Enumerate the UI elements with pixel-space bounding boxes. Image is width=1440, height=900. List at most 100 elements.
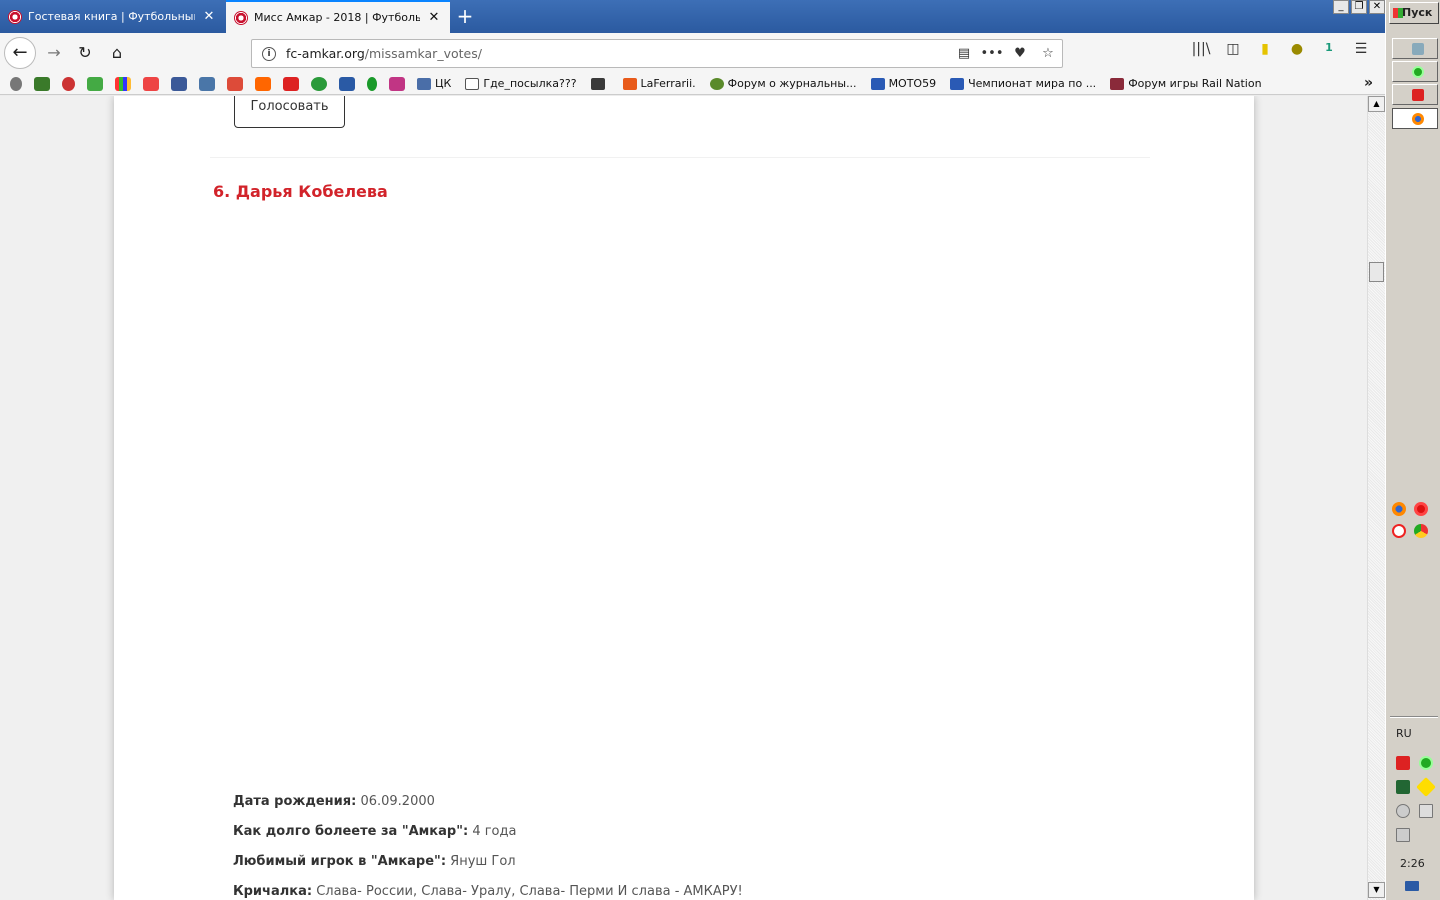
info-favorite-player: Любимый игрок в "Амкаре": Януш Гол: [233, 854, 516, 869]
forward-button[interactable]: →: [40, 39, 68, 67]
tab-miss-amkar[interactable]: Мисс Амкар - 2018 | Футбольный ✕: [226, 0, 450, 33]
bookmark-icon: [709, 77, 724, 90]
extension-icon[interactable]: ▮: [1249, 41, 1281, 57]
bookmark-item[interactable]: MOTO59: [870, 77, 937, 90]
bookmarks-bar: ЦК Где_посылка??? LaFerrarii. Форум о жу…: [0, 73, 1385, 95]
bookmark-icon[interactable]: [283, 76, 299, 91]
facebook-icon[interactable]: [171, 76, 187, 91]
bookmark-icon: [417, 77, 431, 90]
bookmark-star-icon[interactable]: ☆: [1034, 46, 1062, 61]
url-host: fc-amkar.org: [286, 46, 365, 61]
tab-close-icon[interactable]: ✕: [201, 9, 217, 24]
bookmark-item[interactable]: LaFerrarii.: [622, 77, 696, 90]
nvidia-tray-icon[interactable]: [1396, 780, 1410, 794]
scroll-down-arrow-icon[interactable]: ▼: [1368, 882, 1385, 898]
system-clock[interactable]: 2:26: [1400, 857, 1425, 870]
bookmark-label: Где_посылка???: [483, 77, 577, 90]
firefox-quicklaunch-icon[interactable]: [1392, 502, 1406, 516]
url-text[interactable]: fc-amkar.org/missamkar_votes/: [286, 46, 950, 61]
vote-button[interactable]: Голосовать: [234, 96, 345, 128]
tray-app-icon[interactable]: [1416, 777, 1436, 797]
bookmark-item[interactable]: Форум игры Rail Nation: [1110, 77, 1262, 90]
show-desktop-icon[interactable]: [1405, 881, 1419, 891]
network-icon[interactable]: [1396, 828, 1410, 842]
tray-app-icon[interactable]: [1419, 756, 1433, 770]
url-bar[interactable]: i fc-amkar.org/missamkar_votes/ ▤ ••• ♥ …: [251, 39, 1063, 68]
vertical-scrollbar[interactable]: ▲ ▼: [1367, 96, 1385, 900]
minimize-button[interactable]: _: [1333, 0, 1349, 14]
restore-button[interactable]: ❐: [1351, 0, 1367, 14]
pocket-icon[interactable]: ♥: [1006, 46, 1034, 61]
bookmark-icon[interactable]: [339, 76, 355, 91]
bookmark-icon[interactable]: [10, 76, 22, 91]
os-taskbar: Пуск RU 2:26: [1385, 0, 1440, 900]
tab-guestbook[interactable]: Гостевая книга | Футбольный к ✕: [0, 0, 225, 33]
participant-photo-area: [213, 216, 913, 786]
scroll-up-arrow-icon[interactable]: ▲: [1368, 96, 1385, 112]
instagram-icon[interactable]: [389, 76, 405, 91]
app-icon: [1412, 89, 1424, 101]
bookmark-label: MOTO59: [888, 77, 937, 90]
opera-quicklaunch-icon[interactable]: [1414, 502, 1428, 516]
reader-view-icon[interactable]: ▤: [950, 46, 978, 61]
bookmark-icon[interactable]: [143, 76, 159, 91]
tray-app-icon[interactable]: [1396, 756, 1410, 770]
taskbar-app-button[interactable]: [1392, 38, 1438, 59]
bookmark-icon[interactable]: [311, 76, 327, 91]
site-info-icon[interactable]: i: [262, 46, 276, 61]
sidebar-icon[interactable]: ◫: [1217, 41, 1249, 57]
flag-icon[interactable]: [1419, 804, 1433, 818]
bookmark-icon[interactable]: [87, 76, 103, 91]
info-value: Януш Гол: [446, 854, 516, 869]
bookmark-label: Форум игры Rail Nation: [1128, 77, 1262, 90]
new-tab-button[interactable]: +: [452, 4, 478, 30]
taskbar-app-button[interactable]: [1392, 84, 1438, 105]
bookmark-icon: [1110, 77, 1125, 90]
info-label: Дата рождения:: [233, 794, 357, 809]
bookmark-label: ЦК: [435, 77, 452, 90]
bookmark-icon: [622, 77, 637, 90]
taskbar-app-button[interactable]: [1392, 61, 1438, 82]
bookmark-icon[interactable]: [367, 76, 377, 91]
tab-close-icon[interactable]: ✕: [426, 10, 442, 25]
browser-window: Гостевая книга | Футбольный к ✕ Мисс Амк…: [0, 0, 1385, 900]
extension-badge-icon[interactable]: 1: [1313, 41, 1345, 57]
bookmarks-overflow-button[interactable]: »: [1364, 75, 1373, 91]
info-label: Любимый игрок в "Амкаре":: [233, 854, 447, 869]
tab-strip: Гостевая книга | Футбольный к ✕ Мисс Амк…: [0, 0, 1385, 33]
bookmark-label: LaFerrarii.: [640, 77, 696, 90]
extension-icon[interactable]: ●: [1281, 41, 1313, 57]
bookmark-icon[interactable]: [115, 76, 131, 91]
bookmark-icon[interactable]: [34, 76, 50, 91]
bookmark-item[interactable]: [590, 77, 609, 90]
start-button[interactable]: Пуск: [1389, 2, 1439, 24]
google-plus-icon[interactable]: [227, 76, 243, 91]
bookmark-folder[interactable]: Где_посылка???: [465, 77, 577, 90]
yandex-quicklaunch-icon[interactable]: [1392, 524, 1406, 538]
chrome-quicklaunch-icon[interactable]: [1414, 524, 1428, 538]
content-card: Голосовать 6. Дарья Кобелева Дата рожден…: [114, 96, 1254, 900]
volume-icon[interactable]: [1396, 804, 1410, 818]
navigation-bar: ← → ↻ ⌂ i fc-amkar.org/missamkar_votes/ …: [0, 33, 1385, 73]
scrollbar-thumb[interactable]: [1369, 262, 1384, 282]
back-button[interactable]: ←: [4, 37, 36, 69]
menu-icon[interactable]: ☰: [1345, 41, 1377, 57]
page-actions-icon[interactable]: •••: [978, 46, 1006, 61]
bookmark-item[interactable]: Чемпионат мира по ...: [950, 77, 1096, 90]
bookmark-icon: [590, 77, 605, 90]
bookmark-label: Форум о журнальны...: [727, 77, 857, 90]
bookmark-icon[interactable]: [255, 76, 271, 91]
home-button[interactable]: ⌂: [103, 39, 131, 67]
vk-icon[interactable]: [199, 76, 215, 91]
language-indicator[interactable]: RU: [1396, 727, 1412, 740]
firefox-icon: [1412, 113, 1424, 125]
taskbar-firefox-button[interactable]: [1392, 108, 1438, 129]
url-path: /missamkar_votes/: [364, 46, 482, 61]
reload-button[interactable]: ↻: [71, 39, 99, 67]
close-window-button[interactable]: ✕: [1369, 0, 1385, 14]
page-viewport: Голосовать 6. Дарья Кобелева Дата рожден…: [0, 96, 1367, 900]
library-icon[interactable]: |||\: [1185, 41, 1217, 57]
bookmark-item[interactable]: ЦК: [417, 77, 451, 90]
bookmark-icon[interactable]: [62, 76, 75, 91]
bookmark-item[interactable]: Форум о журнальны...: [709, 77, 857, 90]
